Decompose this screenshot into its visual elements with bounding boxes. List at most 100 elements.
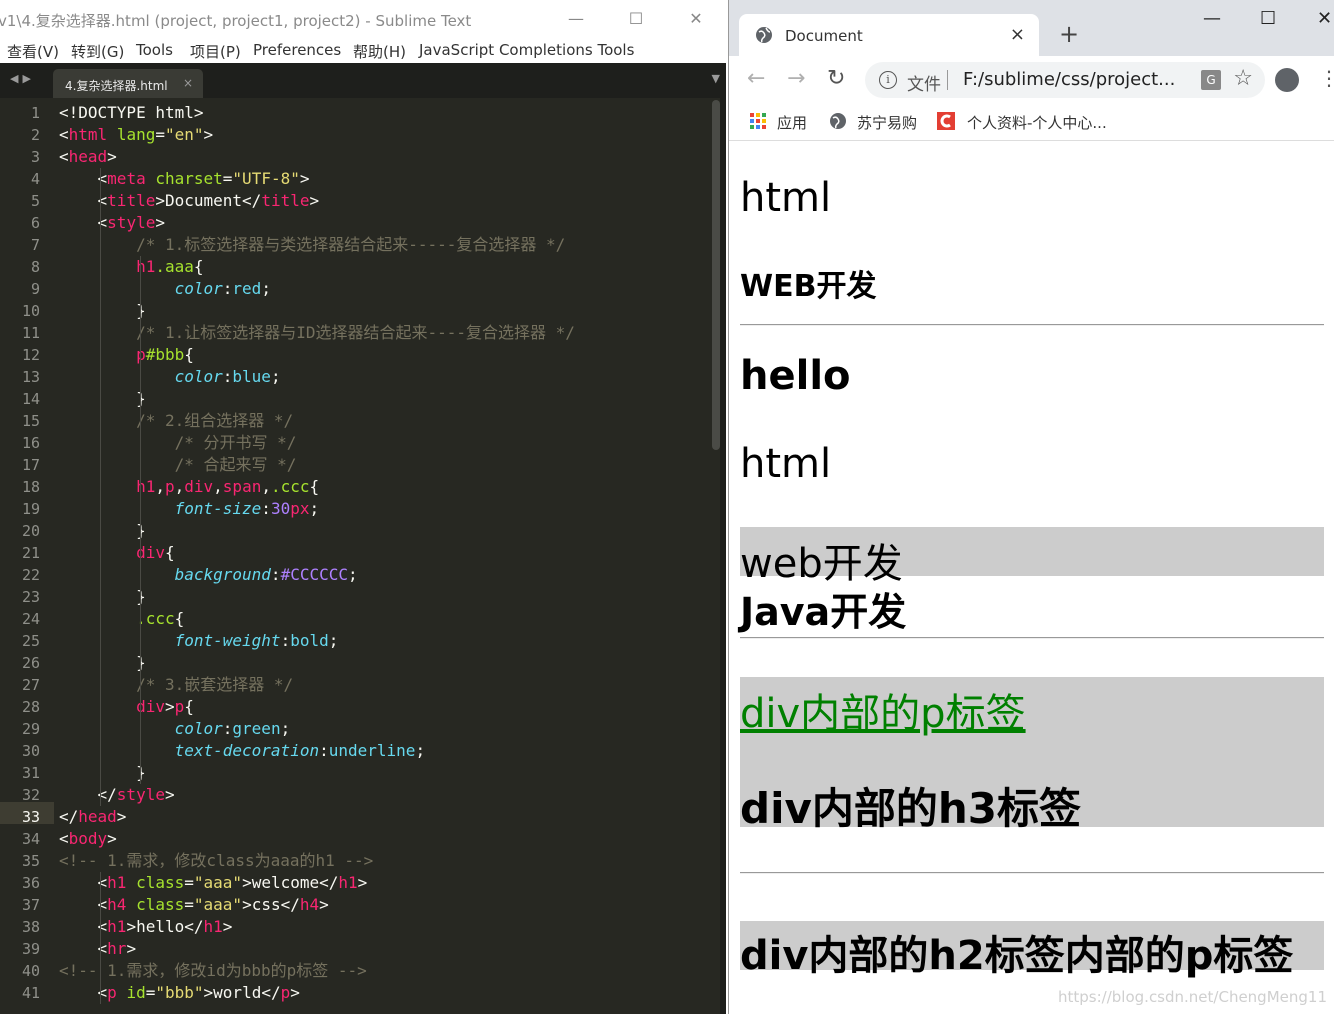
editor-tab[interactable]: 4.复杂选择器.html × (53, 69, 203, 98)
code-token: /* 2.组合选择器 */ (59, 411, 294, 430)
code-line[interactable]: color:green; (59, 718, 291, 740)
editor-scrollbar[interactable] (712, 100, 720, 450)
address-bar[interactable]: i 文件 F:/sublime/css/project... G ☆ (865, 62, 1265, 98)
code-line[interactable]: p#bbb{ (59, 344, 194, 366)
menu-tools[interactable]: Tools (136, 41, 173, 59)
code-line[interactable]: } (59, 388, 146, 410)
indent-guide (140, 256, 141, 784)
reload-icon[interactable]: ↻ (827, 66, 845, 91)
menu-help[interactable]: 帮助(H) (353, 41, 406, 62)
menu-js-completions[interactable]: JavaScript Completions Tools (419, 41, 634, 59)
browser-tab[interactable]: Document × (739, 14, 1039, 56)
profile-avatar-icon[interactable] (1275, 68, 1299, 92)
more-menu-icon[interactable]: ⋮ (1319, 66, 1334, 90)
rendered-page: html WEB开发 hello html web开发 Java开发 div内部… (740, 141, 1324, 1014)
code-line[interactable]: div>p{ (59, 696, 194, 718)
code-token: { (174, 609, 185, 628)
translate-icon[interactable]: G (1201, 70, 1221, 90)
code-line[interactable]: } (59, 586, 146, 608)
maximize-icon[interactable]: ☐ (1260, 8, 1276, 29)
code-token: >welcome</ (242, 873, 339, 892)
tab-close-icon[interactable]: × (1010, 24, 1025, 45)
code-token: > (357, 873, 368, 892)
code-line[interactable]: background:#CCCCCC; (59, 564, 358, 586)
menu-goto[interactable]: 转到(G) (71, 41, 124, 62)
omnibox-divider (947, 70, 948, 90)
code-line[interactable]: </head> (59, 806, 126, 828)
minimize-icon[interactable]: — (556, 6, 596, 32)
code-line[interactable]: <body> (59, 828, 117, 850)
code-line[interactable]: color:red; (59, 278, 271, 300)
page-span-java: Java开发 (740, 590, 907, 634)
code-line[interactable]: <!-- 1.需求，修改id为bbb的p标签 --> (59, 960, 367, 982)
code-line[interactable]: /* 1.让标签选择器与ID选择器结合起来----复合选择器 */ (59, 322, 575, 344)
code-token: , (261, 477, 271, 496)
url-text[interactable]: F:/sublime/css/project... (963, 69, 1175, 90)
apps-grid-icon[interactable] (749, 112, 767, 130)
code-line[interactable]: <style> (59, 212, 165, 234)
code-line[interactable]: h1.aaa{ (59, 256, 203, 278)
bookmark-suning[interactable]: 苏宁易购 (857, 112, 917, 133)
close-icon[interactable]: ✕ (1317, 8, 1332, 29)
menu-view[interactable]: 查看(V) (7, 41, 59, 62)
code-token: class (136, 895, 185, 914)
code-line[interactable]: font-size:30px; (59, 498, 320, 520)
forward-icon[interactable]: → (787, 66, 805, 91)
tab-close-icon[interactable]: × (183, 76, 193, 90)
code-line[interactable]: h1,p,div,span,.ccc{ (59, 476, 319, 498)
code-token: p (280, 983, 291, 1002)
code-line[interactable]: <h1>hello</h1> (59, 916, 233, 938)
page-h1-hello: hello (740, 353, 851, 399)
code-line[interactable]: <!-- 1.需求，修改class为aaa的h1 --> (59, 850, 373, 872)
code-line[interactable]: } (59, 762, 146, 784)
code-line[interactable]: } (59, 652, 146, 674)
page-div-p-green[interactable]: div内部的p标签 (740, 681, 1026, 739)
code-line[interactable]: </style> (59, 784, 175, 806)
code-token: <!DOCTYPE html> (59, 103, 204, 122)
code-editor[interactable]: <!DOCTYPE html> <html lang="en"> <head> <m… (0, 98, 712, 1014)
code-token: > (290, 983, 300, 1002)
code-token: h4 (299, 895, 320, 914)
code-line[interactable]: /* 分开书写 */ (59, 432, 297, 454)
code-line[interactable]: } (59, 300, 146, 322)
code-line[interactable]: } (59, 520, 146, 542)
menu-project[interactable]: 项目(P) (190, 41, 241, 62)
menu-preferences[interactable]: Preferences (253, 41, 341, 59)
code-line[interactable]: <head> (59, 146, 117, 168)
code-line[interactable]: div{ (59, 542, 175, 564)
bookmark-star-icon[interactable]: ☆ (1233, 66, 1253, 91)
code-line[interactable]: .ccc{ (59, 608, 184, 630)
code-line[interactable]: text-decoration:underline; (59, 740, 425, 762)
browser-tab-title: Document (785, 27, 863, 45)
close-icon[interactable]: ✕ (676, 6, 716, 32)
bookmark-apps[interactable]: 应用 (777, 112, 807, 133)
code-line[interactable]: <h1 class="aaa">welcome</h1> (59, 872, 368, 894)
code-line[interactable]: <title>Document</title> (59, 190, 320, 212)
code-line[interactable]: color:blue; (59, 366, 281, 388)
back-icon[interactable]: ← (747, 66, 765, 91)
code-line[interactable]: /* 合起来写 */ (59, 454, 297, 476)
code-line[interactable]: <hr> (59, 938, 137, 960)
bookmark-profile[interactable]: 个人资料-个人中心... (967, 112, 1107, 133)
indent-guide (100, 168, 101, 806)
code-line[interactable]: <p id="bbb">world</p> (59, 982, 300, 1004)
code-line[interactable]: <!DOCTYPE html> (59, 102, 204, 124)
maximize-icon[interactable]: ☐ (616, 6, 656, 32)
minimize-icon[interactable]: — (1203, 8, 1221, 29)
info-icon[interactable]: i (879, 71, 897, 89)
code-token: meta (107, 169, 146, 188)
code-line[interactable]: <html lang="en"> (59, 124, 213, 146)
code-line[interactable]: <meta charset="UTF-8"> (59, 168, 310, 190)
code-line[interactable]: /* 3.嵌套选择器 */ (59, 674, 293, 696)
code-token: green (232, 719, 281, 738)
code-line[interactable]: /* 2.组合选择器 */ (59, 410, 293, 432)
tab-nav-arrows-icon[interactable]: ◀▶ (10, 72, 35, 85)
tab-dropdown-icon[interactable]: ▼ (712, 72, 720, 85)
code-line[interactable]: /* 1.标签选择器与类选择器结合起来-----复合选择器 */ (59, 234, 565, 256)
code-token: ; (328, 631, 339, 650)
new-tab-icon[interactable]: + (1059, 20, 1079, 48)
